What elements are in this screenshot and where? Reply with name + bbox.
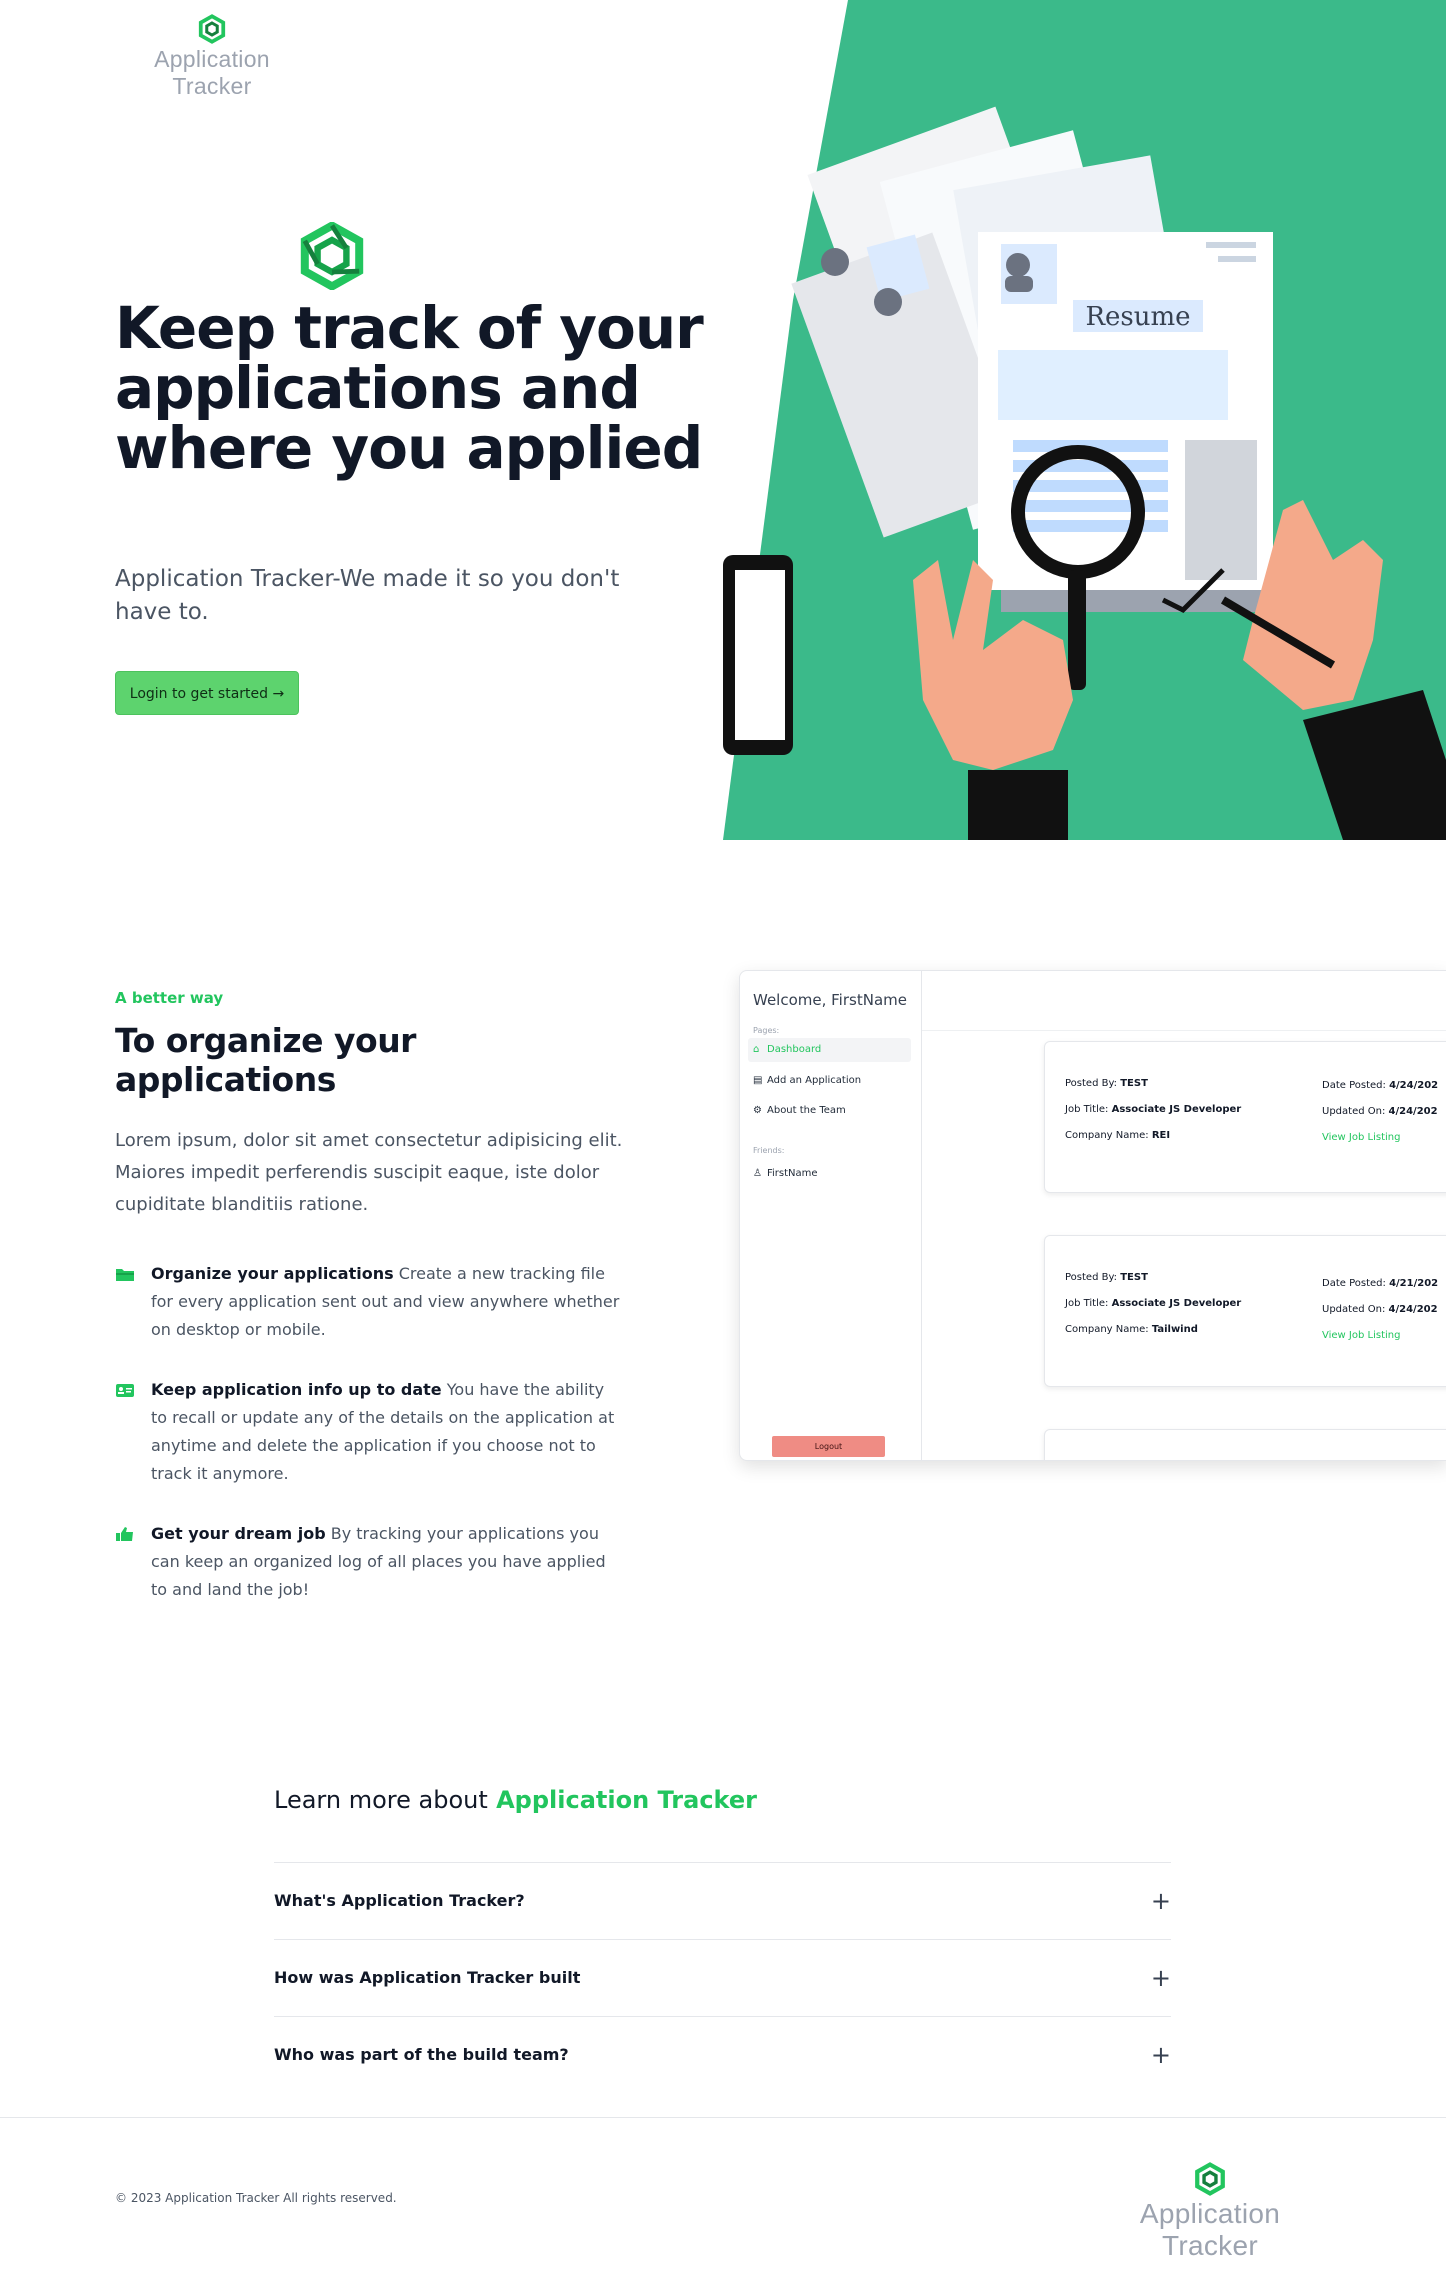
feature-title: Keep application info up to date xyxy=(151,1380,442,1399)
id-card-icon xyxy=(116,1384,134,1397)
document-icon: ▤ xyxy=(753,1075,763,1086)
card-updated: Updated On: 4/24/202 xyxy=(1322,1106,1438,1117)
card-company: Company Name: Tailwind xyxy=(1065,1324,1198,1335)
resume-label: Resume xyxy=(1085,302,1190,332)
dashboard-preview: Welcome, FirstName Pages: ⌂ Dashboard ▤ Ad… xyxy=(739,970,1446,1461)
card-job-title: Job Title: Associate JS Developer xyxy=(1065,1104,1242,1115)
plus-icon[interactable]: + xyxy=(1151,1863,1171,1939)
card-company: Company Name: REI xyxy=(1065,1130,1171,1141)
faq-question[interactable]: What's Application Tracker? + xyxy=(274,1863,1171,1939)
preview-pages-label: Pages: xyxy=(753,1026,780,1035)
plus-icon[interactable]: + xyxy=(1151,2017,1171,2093)
footer-logo[interactable]: Application Tracker xyxy=(1090,2162,1330,2262)
card-view-listing-link[interactable]: View Job Listing xyxy=(1322,1132,1400,1143)
hero-illustration: Resume xyxy=(723,0,1446,840)
feature-item: Get your dream job By tracking your appl… xyxy=(115,1520,625,1604)
preview-header-divider xyxy=(922,1030,1446,1031)
hero-logo-icon xyxy=(300,222,364,290)
preview-friends-label: Friends: xyxy=(753,1146,785,1155)
application-card xyxy=(1044,1429,1446,1460)
hero-title: Keep track of your applications and wher… xyxy=(115,294,704,482)
preview-nav-about-team[interactable]: ⚙ About the Team xyxy=(748,1099,911,1123)
section-title: To organize your applications xyxy=(115,1021,416,1099)
brand-name: Application Tracker xyxy=(154,46,270,99)
section-description: Lorem ipsum, dolor sit amet consectetur … xyxy=(115,1130,623,1215)
card-date-posted: Date Posted: 4/21/202 xyxy=(1322,1278,1439,1289)
card-updated: Updated On: 4/24/202 xyxy=(1322,1304,1438,1315)
preview-logout-button[interactable]: Logout xyxy=(772,1436,885,1457)
preview-sidebar: Welcome, FirstName Pages: ⌂ Dashboard ▤ Ad… xyxy=(740,971,922,1460)
feature-title: Organize your applications xyxy=(151,1264,394,1283)
logo-icon xyxy=(198,14,226,44)
footer-divider xyxy=(0,2117,1446,2118)
application-card: Posted By: TEST Job Title: Associate JS … xyxy=(1044,1235,1446,1387)
feature-item: Keep application info up to date You hav… xyxy=(115,1376,625,1488)
gear-icon: ⚙ xyxy=(753,1105,762,1116)
login-button[interactable]: Login to get started → xyxy=(115,671,299,715)
plus-icon[interactable]: + xyxy=(1151,1940,1171,2016)
feature-item: Organize your applications Create a new … xyxy=(115,1260,625,1344)
preview-nav-add-application[interactable]: ▤ Add an Application xyxy=(748,1069,911,1093)
faq-heading: Learn more about Application Tracker xyxy=(274,1786,757,1814)
feature-title: Get your dream job xyxy=(151,1524,326,1543)
hero-subtitle: Application Tracker-We made it so you do… xyxy=(115,566,620,625)
application-card: Posted By: TEST Job Title: Associate JS … xyxy=(1044,1041,1446,1193)
card-posted-by: Posted By: TEST xyxy=(1065,1272,1148,1283)
preview-friend-item[interactable]: ♙ FirstName xyxy=(748,1162,911,1186)
card-job-title: Job Title: Associate JS Developer xyxy=(1065,1298,1242,1309)
faq-heading-brand: Application Tracker xyxy=(496,1786,757,1814)
left-sleeve xyxy=(968,770,1068,840)
header-logo[interactable]: Application Tracker xyxy=(115,14,309,100)
footer-brand-name: Application Tracker xyxy=(1139,2198,1281,2261)
faq-question[interactable]: How was Application Tracker built + xyxy=(274,1940,1171,2016)
preview-welcome: Welcome, FirstName xyxy=(753,991,907,1009)
user-icon: ♙ xyxy=(753,1168,762,1179)
faq-question[interactable]: Who was part of the build team? + xyxy=(274,2017,1171,2093)
preview-nav-dashboard[interactable]: ⌂ Dashboard xyxy=(748,1038,911,1062)
thumbs-up-icon xyxy=(116,1527,133,1541)
copyright: © 2023 Application Tracker All rights re… xyxy=(115,2191,397,2205)
card-view-listing-link[interactable]: View Job Listing xyxy=(1322,1330,1400,1341)
section-eyebrow: A better way xyxy=(115,989,224,1007)
card-posted-by: Posted By: TEST xyxy=(1065,1078,1148,1089)
card-date-posted: Date Posted: 4/24/202 xyxy=(1322,1080,1439,1091)
home-icon: ⌂ xyxy=(753,1044,760,1055)
folder-icon xyxy=(116,1269,134,1281)
logo-icon xyxy=(1195,2162,1225,2196)
